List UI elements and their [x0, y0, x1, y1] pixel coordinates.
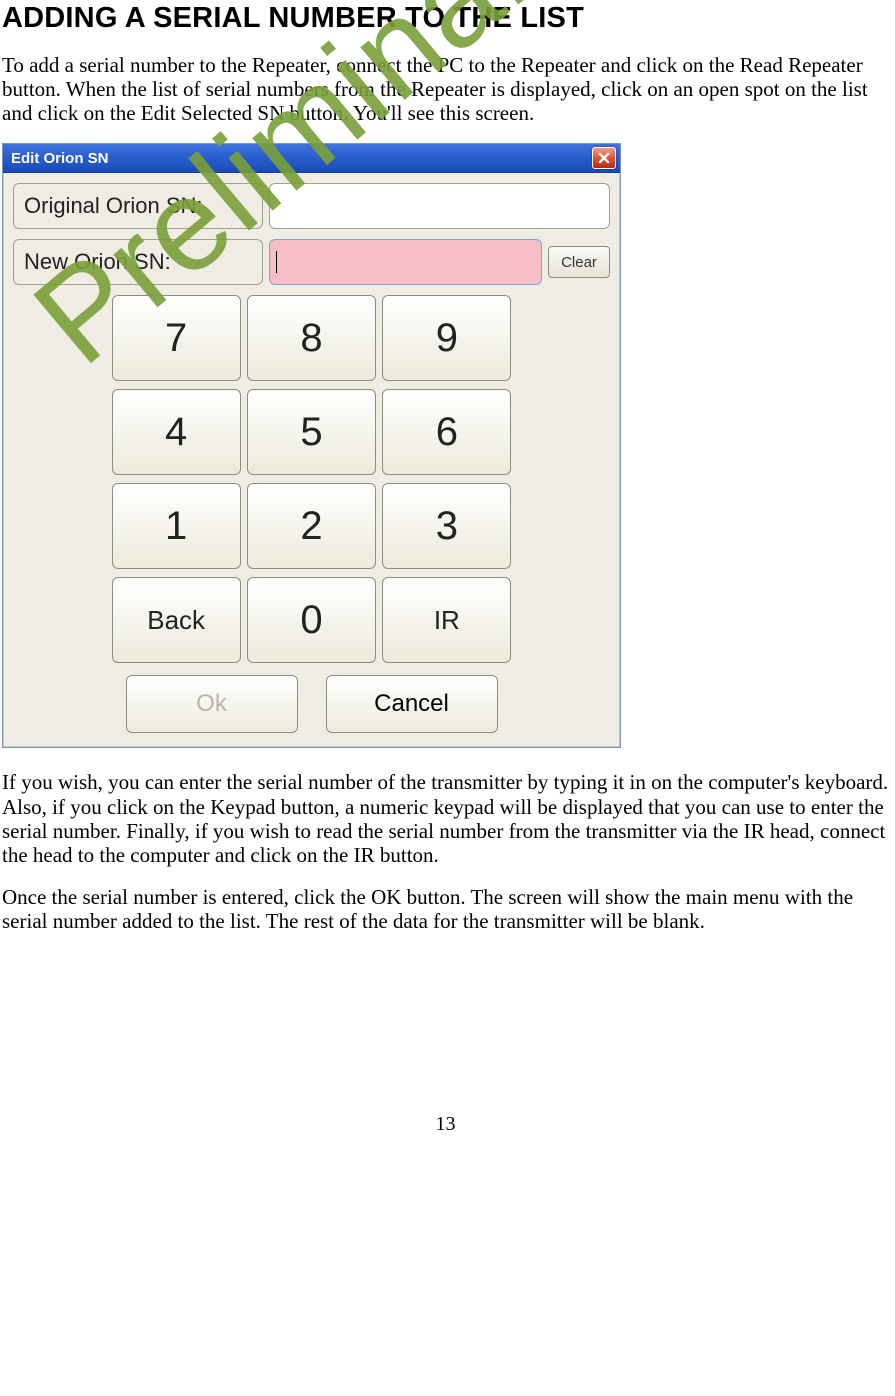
clear-button[interactable]: Clear [548, 246, 610, 278]
page-number: 13 [2, 1113, 889, 1136]
dialog-title: Edit Orion SN [11, 150, 109, 167]
key-back[interactable]: Back [112, 577, 241, 663]
body-paragraph-3: Once the serial number is entered, click… [2, 885, 889, 933]
ok-button[interactable]: Ok [126, 675, 298, 733]
numeric-keypad: 7 8 9 4 5 6 1 2 3 [112, 295, 512, 733]
key-7[interactable]: 7 [112, 295, 241, 381]
dialog-screenshot: Edit Orion SN Original Orion SN: New Ori… [2, 143, 621, 748]
cancel-button[interactable]: Cancel [326, 675, 498, 733]
key-6[interactable]: 6 [382, 389, 511, 475]
dialog-titlebar: Edit Orion SN [3, 144, 620, 173]
text-caret [276, 251, 277, 273]
key-4[interactable]: 4 [112, 389, 241, 475]
intro-paragraph: To add a serial number to the Repeater, … [2, 53, 889, 125]
key-5[interactable]: 5 [247, 389, 376, 475]
key-8[interactable]: 8 [247, 295, 376, 381]
key-2[interactable]: 2 [247, 483, 376, 569]
section-heading: ADDING A SERIAL NUMBER TO THE LIST [2, 2, 889, 35]
key-3[interactable]: 3 [382, 483, 511, 569]
original-sn-label: Original Orion SN: [13, 183, 263, 229]
new-sn-label: New Orion SN: [13, 239, 263, 285]
new-sn-input[interactable] [269, 239, 542, 285]
close-icon[interactable] [592, 147, 616, 169]
key-9[interactable]: 9 [382, 295, 511, 381]
body-paragraph-2: If you wish, you can enter the serial nu… [2, 770, 889, 867]
key-ir[interactable]: IR [382, 577, 511, 663]
key-0[interactable]: 0 [247, 577, 376, 663]
original-sn-field [269, 183, 610, 229]
key-1[interactable]: 1 [112, 483, 241, 569]
